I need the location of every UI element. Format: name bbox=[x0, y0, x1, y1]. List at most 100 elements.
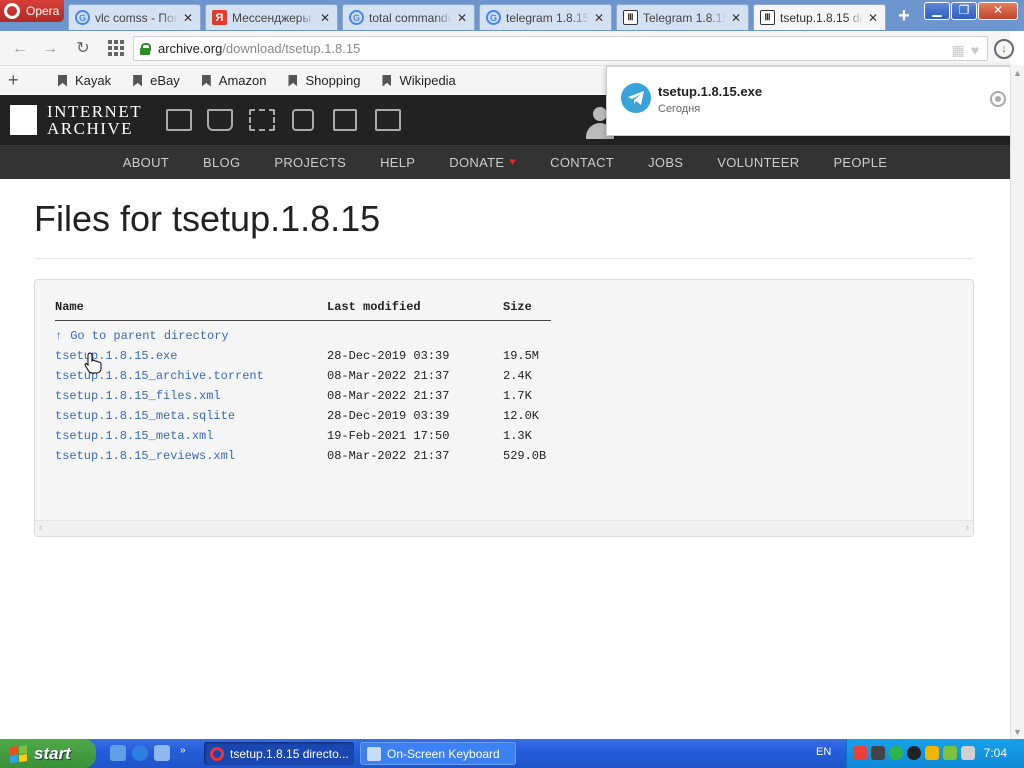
bookmark-label: Wikipedia bbox=[399, 73, 456, 88]
minimize-button[interactable]: ▁ bbox=[924, 2, 950, 20]
download-filename[interactable]: tsetup.1.8.15.exe bbox=[658, 84, 762, 99]
opera-menu-button[interactable]: Opera bbox=[0, 0, 64, 22]
parent-directory-row: ↑ Go to parent directory bbox=[55, 320, 551, 346]
back-arrow-icon[interactable]: ← bbox=[10, 39, 30, 59]
parent-directory-label: Go to parent directory bbox=[70, 329, 229, 343]
tab-tsetup-directory[interactable]: Ⅲ tsetup.1.8.15 directory ✕ bbox=[753, 4, 886, 30]
tab-total-commander[interactable]: G total commander ✕ bbox=[342, 4, 475, 30]
heart-icon[interactable]: ♥ bbox=[971, 42, 979, 59]
bookmark-kayak[interactable]: Kayak bbox=[58, 73, 111, 88]
file-link[interactable]: tsetup.1.8.15.exe bbox=[55, 349, 177, 363]
audio-icon[interactable] bbox=[292, 109, 314, 131]
speed-dial-grid-icon[interactable] bbox=[108, 40, 124, 56]
ia-logo-text[interactable]: INTERNET ARCHIVE bbox=[47, 103, 142, 137]
quicklaunch-more-icon[interactable]: » bbox=[180, 745, 190, 761]
parent-directory-link[interactable]: ↑ Go to parent directory bbox=[55, 329, 229, 343]
bookmark-label: Shopping bbox=[305, 73, 361, 88]
nav-about[interactable]: ABOUT bbox=[123, 155, 169, 170]
outlook-express-icon[interactable] bbox=[154, 745, 170, 761]
tray-shield-icon[interactable] bbox=[925, 746, 939, 760]
nav-people[interactable]: PEOPLE bbox=[833, 155, 887, 170]
language-indicator[interactable]: EN bbox=[816, 746, 831, 758]
bookmark-shopping[interactable]: Shopping bbox=[288, 73, 360, 88]
bookmark-ebay[interactable]: eBay bbox=[133, 73, 180, 88]
google-icon: G bbox=[75, 10, 90, 25]
nav-projects[interactable]: PROJECTS bbox=[274, 155, 346, 170]
yandex-icon: Я bbox=[212, 10, 227, 25]
scroll-down-icon[interactable]: ▼ bbox=[1013, 727, 1022, 737]
tray-c-icon[interactable] bbox=[907, 746, 921, 760]
file-modified: 08-Mar-2022 21:37 bbox=[327, 389, 450, 403]
images-icon[interactable] bbox=[375, 109, 401, 131]
close-icon[interactable]: ✕ bbox=[319, 11, 331, 25]
download-icon[interactable]: ↓ bbox=[994, 39, 1014, 59]
vertical-scrollbar[interactable]: ▲ ▼ bbox=[1010, 66, 1024, 739]
web-icon[interactable] bbox=[166, 109, 192, 131]
new-tab-button[interactable]: + bbox=[893, 6, 915, 28]
table-row: tsetup.1.8.15_meta.sqlite 28-Dec-2019 03… bbox=[55, 406, 551, 426]
nav-blog[interactable]: BLOG bbox=[203, 155, 240, 170]
tab-telegram-archive[interactable]: Ⅲ Telegram 1.8.15 ✕ bbox=[616, 4, 749, 30]
google-icon: G bbox=[486, 10, 501, 25]
tray-media-icon[interactable] bbox=[871, 746, 885, 760]
nav-donate[interactable]: DONATE ♥ bbox=[449, 155, 516, 170]
tray-app-icon[interactable] bbox=[853, 746, 867, 760]
scroll-up-icon[interactable]: ▲ bbox=[1013, 68, 1022, 78]
file-link[interactable]: tsetup.1.8.15_files.xml bbox=[55, 389, 221, 403]
taskbar-item-on-screen-keyboard[interactable]: On-Screen Keyboard bbox=[360, 742, 516, 765]
tray-update-icon[interactable] bbox=[889, 746, 903, 760]
start-button[interactable]: start bbox=[0, 739, 96, 768]
download-popup[interactable]: tsetup.1.8.15.exe Сегодня bbox=[606, 66, 1019, 136]
software-icon[interactable] bbox=[333, 109, 357, 131]
maximize-button[interactable]: ❐ bbox=[951, 2, 977, 20]
file-size: 1.7K bbox=[503, 389, 532, 403]
address-bar-input[interactable]: archive.org/download/tsetup.1.8.15 ▦ ♥ bbox=[133, 36, 988, 61]
nav-volunteer[interactable]: VOLUNTEER bbox=[717, 155, 799, 170]
address-bar-tools: ▦ ♥ bbox=[951, 42, 979, 59]
nav-donate-label: DONATE bbox=[449, 154, 505, 170]
ia-logo-icon[interactable] bbox=[10, 105, 37, 135]
archive-icon: Ⅲ bbox=[623, 10, 638, 25]
close-icon[interactable]: ✕ bbox=[867, 11, 879, 25]
close-icon[interactable]: ✕ bbox=[730, 11, 742, 25]
file-link[interactable]: tsetup.1.8.15_meta.sqlite bbox=[55, 409, 235, 423]
bookmark-wikipedia[interactable]: Wikipedia bbox=[382, 73, 456, 88]
nav-jobs[interactable]: JOBS bbox=[648, 155, 683, 170]
add-bookmark-icon[interactable]: + bbox=[8, 70, 28, 91]
telegram-icon bbox=[621, 83, 651, 113]
bookmark-icon bbox=[133, 74, 143, 87]
tab-messengers[interactable]: Я Мессенджеры ✕ bbox=[205, 4, 338, 30]
nav-help[interactable]: HELP bbox=[380, 155, 415, 170]
bookmark-icon bbox=[58, 74, 67, 87]
scroll-right-icon[interactable]: › bbox=[965, 522, 969, 534]
taskbar-item-opera[interactable]: tsetup.1.8.15 directo... bbox=[204, 742, 354, 765]
file-modified: 28-Dec-2019 03:39 bbox=[327, 409, 450, 423]
tab-label: tsetup.1.8.15 directory bbox=[780, 10, 863, 25]
download-date: Сегодня bbox=[658, 103, 701, 115]
tab-telegram-search[interactable]: G telegram 1.8.15 ✕ bbox=[479, 4, 612, 30]
window-close-button[interactable]: ✕ bbox=[978, 2, 1018, 20]
show-desktop-icon[interactable] bbox=[110, 745, 126, 761]
file-link[interactable]: tsetup.1.8.15_meta.xml bbox=[55, 429, 213, 443]
speed-dial-icon[interactable]: ▦ bbox=[951, 42, 964, 59]
nav-contact[interactable]: CONTACT bbox=[550, 155, 614, 170]
bookmark-amazon[interactable]: Amazon bbox=[201, 73, 266, 88]
reload-icon[interactable]: ↻ bbox=[73, 39, 93, 59]
file-modified: 08-Mar-2022 21:37 bbox=[327, 369, 450, 383]
tab-vlc-comss[interactable]: G vlc comss - Поиск ✕ bbox=[68, 4, 201, 30]
tray-network-icon[interactable] bbox=[943, 746, 957, 760]
tray-volume-icon[interactable] bbox=[961, 746, 975, 760]
internet-explorer-icon[interactable] bbox=[132, 745, 148, 761]
archive-icon: Ⅲ bbox=[760, 10, 775, 25]
close-icon[interactable]: ✕ bbox=[182, 11, 194, 25]
horizontal-scrollbar[interactable]: ‹ › bbox=[35, 520, 973, 536]
file-link[interactable]: tsetup.1.8.15_reviews.xml bbox=[55, 449, 235, 463]
video-icon[interactable] bbox=[249, 109, 275, 131]
show-in-folder-icon[interactable] bbox=[990, 91, 1006, 107]
texts-icon[interactable] bbox=[207, 109, 233, 131]
close-icon[interactable]: ✕ bbox=[593, 11, 605, 25]
scroll-left-icon[interactable]: ‹ bbox=[39, 522, 43, 534]
close-icon[interactable]: ✕ bbox=[456, 11, 468, 25]
forward-arrow-icon[interactable]: → bbox=[40, 39, 60, 59]
tab-label: Мессенджеры bbox=[232, 10, 312, 25]
